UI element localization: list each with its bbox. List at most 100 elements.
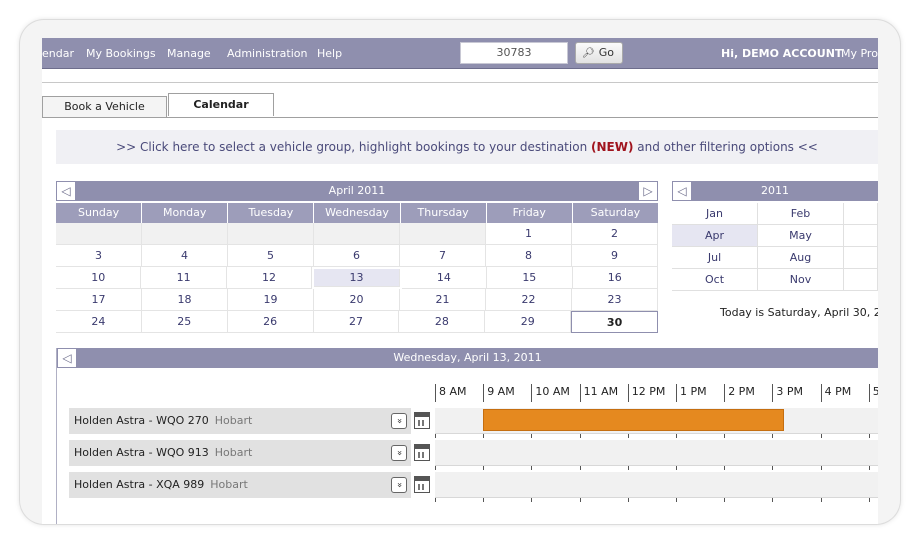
booking-track[interactable] [435,472,878,502]
month-row: Apr May [672,225,878,247]
tab-book-a-vehicle[interactable]: Book a Vehicle [42,96,167,118]
calendar-day-11[interactable]: 11 [141,267,227,289]
prev-day-button[interactable]: ◁ [57,348,77,368]
calendar-day-14[interactable]: 14 [401,267,488,289]
calendar-day-6[interactable]: 6 [314,245,400,267]
expand-chevron-icon[interactable]: » [391,445,407,461]
calendar-day-19[interactable]: 19 [228,289,314,311]
hour-tick [676,466,677,470]
hour-label: 3 PM [772,384,803,402]
go-button[interactable]: 🔎︎ Go [575,42,623,64]
calendar-day-25[interactable]: 25 [141,311,228,333]
vehicle-label[interactable]: Holden Astra - WQO 270 Hobart » [69,408,411,434]
day-schedule: ◁ Wednesday, April 13, 2011 8 AM 9 AM 10 A… [56,348,878,524]
tab-calendar[interactable]: Calendar [168,93,274,116]
top-navbar: endar My Bookings Manage Administration … [42,38,878,69]
calendar-day-22[interactable]: 22 [486,289,572,311]
month-cell-clipped[interactable] [844,225,878,247]
hour-tick [676,434,677,438]
month-cell-aug[interactable]: Aug [758,247,844,269]
nav-my-bookings[interactable]: My Bookings [86,47,156,60]
nav-help[interactable]: Help [317,47,342,60]
hour-label: 9 AM [483,384,515,402]
calendar-day-15[interactable]: 15 [487,267,573,289]
calendar-icon[interactable] [414,444,430,461]
app-content: endar My Bookings Manage Administration … [42,38,878,524]
go-label: Go [598,46,614,59]
calendar-day-3[interactable]: 3 [56,245,142,267]
hour-tick [868,434,870,438]
calendar-icon[interactable] [414,412,430,429]
calendar-day-8[interactable]: 8 [486,245,572,267]
hour-label: 11 AM [579,384,618,402]
month-cell-clipped[interactable] [844,203,878,225]
calendar-day-5[interactable]: 5 [228,245,314,267]
calendar-day-20[interactable]: 20 [314,289,400,311]
prev-year-button[interactable]: ◁ [672,181,692,201]
calendar-day-2[interactable]: 2 [572,223,658,245]
month-cell-clipped[interactable] [844,269,878,291]
expand-chevron-icon[interactable]: » [391,413,407,429]
year-title: 2011 [761,184,789,197]
vehicle-label[interactable]: Holden Astra - XQA 989 Hobart » [69,472,411,498]
calendar-day-1[interactable]: 1 [486,223,572,245]
month-cell-apr[interactable]: Apr [672,225,758,247]
calendar-day-24[interactable]: 24 [56,311,142,333]
calendar-day-13[interactable]: 13 [314,269,400,287]
hour-tick [579,466,581,470]
calendar-day-12[interactable]: 12 [226,267,313,289]
calendar-empty-cell [314,223,400,245]
calendar-icon[interactable] [414,476,430,493]
calendar-day-18[interactable]: 18 [142,289,228,311]
year-calendar: ◁ 2011 Jan Feb Apr May Jul Aug Oct Nov [672,181,878,291]
month-cell-clipped[interactable] [844,247,878,269]
expand-chevron-icon[interactable]: » [391,477,407,493]
vehicle-location: Hobart [214,414,253,427]
day-title: Wednesday, April 13, 2011 [393,351,542,364]
booking-track[interactable] [435,440,878,470]
calendar-empty-cell [56,223,142,245]
calendar-day-10[interactable]: 10 [56,267,142,289]
nav-my-profile[interactable]: My Prof [841,47,878,60]
booking-bar[interactable] [483,409,785,431]
nav-manage[interactable]: Manage [167,47,211,60]
month-row: Jul Aug [672,247,878,269]
nav-administration[interactable]: Administration [227,47,308,60]
filter-options-link[interactable]: >> Click here to select a vehicle group,… [56,130,878,164]
hour-tick [772,498,774,502]
calendar-day-9[interactable]: 9 [572,245,658,267]
calendar-day-27[interactable]: 27 [313,311,400,333]
hour-label: 4 PM [820,384,851,402]
user-greeting: Hi, DEMO ACCOUNT [721,47,843,60]
calendar-day-28[interactable]: 28 [399,311,486,333]
calendar-day-23[interactable]: 23 [572,289,658,311]
calendar-day-21[interactable]: 21 [400,289,486,311]
filter-text-suffix: and other filtering options << [637,140,818,154]
weekday-header-monday: Monday [142,203,228,223]
nav-calendar[interactable]: endar [42,47,74,60]
calendar-day-30[interactable]: 30 [571,311,659,333]
hour-tick [627,466,629,470]
month-cell-nov[interactable]: Nov [758,269,844,291]
vehicle-name: Holden Astra - WQO 913 [74,446,209,459]
vehicle-label[interactable]: Holden Astra - WQO 913 Hobart » [69,440,411,466]
booking-track[interactable] [435,408,878,438]
month-cell-feb[interactable]: Feb [758,203,844,225]
month-cell-jul[interactable]: Jul [672,247,758,269]
month-cell-oct[interactable]: Oct [672,269,758,291]
calendar-day-7[interactable]: 7 [400,245,486,267]
calendar-day-16[interactable]: 16 [572,267,658,289]
month-cell-may[interactable]: May [758,225,844,247]
weekday-header-friday: Friday [486,203,572,223]
prev-month-button[interactable]: ◁ [56,181,76,201]
calendar-day-26[interactable]: 26 [227,311,314,333]
calendar-day-17[interactable]: 17 [56,289,142,311]
hour-tick [579,498,581,502]
month-cell-jan[interactable]: Jan [672,203,758,225]
calendar-day-29[interactable]: 29 [485,311,572,333]
calendar-day-4[interactable]: 4 [142,245,228,267]
search-input[interactable]: 30783 [460,42,568,64]
weekday-header-wednesday: Wednesday [314,203,400,223]
new-badge: (NEW) [591,140,634,154]
next-month-button[interactable]: ▷ [638,181,658,201]
